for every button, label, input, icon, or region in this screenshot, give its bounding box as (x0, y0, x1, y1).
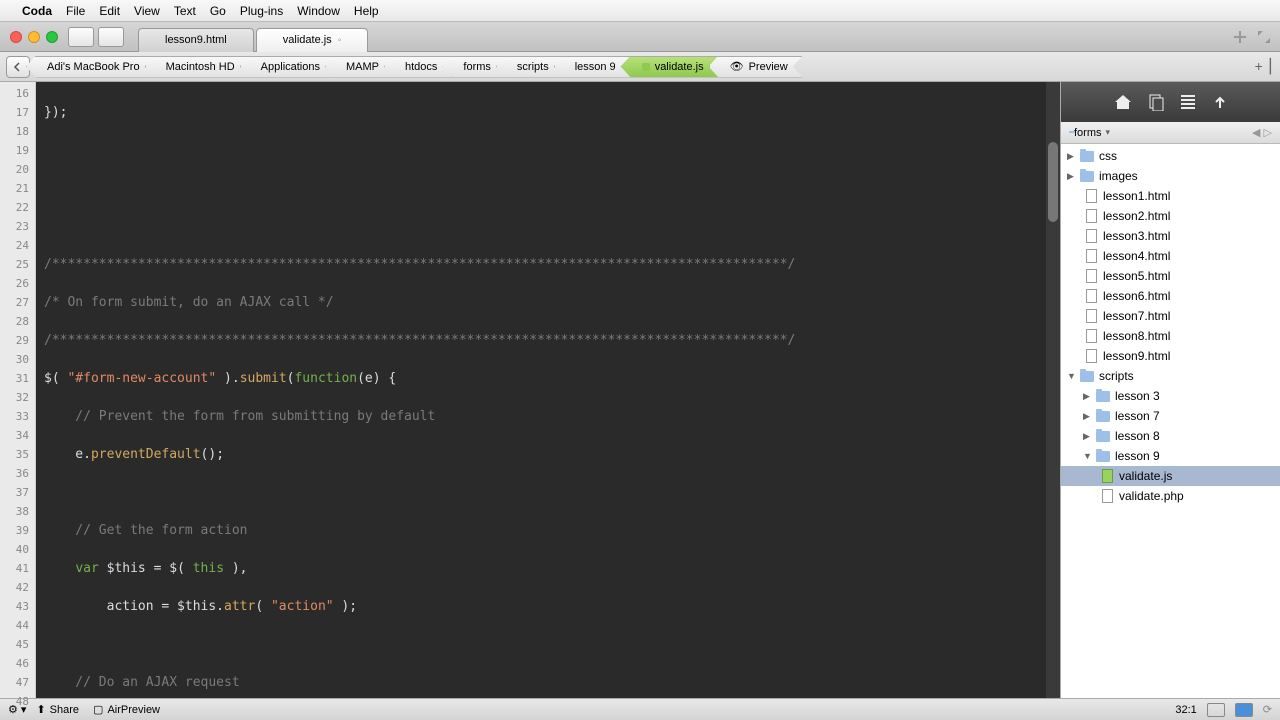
tree-folder-images[interactable]: ▶images (1061, 166, 1280, 186)
tree-file-validate-php[interactable]: validate.php (1061, 486, 1280, 506)
menu-view[interactable]: View (134, 4, 160, 18)
crumb-mamp[interactable]: MAMP (325, 56, 394, 78)
tab-validate[interactable]: validate.js ◦ (256, 28, 368, 52)
window-titlebar: lesson9.html validate.js ◦ (0, 22, 1280, 52)
menu-text[interactable]: Text (174, 4, 196, 18)
add-icon[interactable] (1232, 29, 1248, 45)
menu-file[interactable]: File (66, 4, 85, 18)
modified-icon: ◦ (338, 35, 342, 46)
menu-go[interactable]: Go (210, 4, 226, 18)
macos-menubar: Coda File Edit View Text Go Plug-ins Win… (0, 0, 1280, 22)
crumb-file[interactable]: validate.js (621, 56, 719, 78)
editor-scrollbar[interactable] (1046, 82, 1060, 698)
cursor-position: 32:1 (1175, 704, 1196, 716)
code-content[interactable]: }); /***********************************… (36, 82, 1046, 698)
tree-folder[interactable]: ▶lesson 3 (1061, 386, 1280, 406)
menu-help[interactable]: Help (354, 4, 379, 18)
toolbar-button-2[interactable] (98, 27, 124, 47)
tree-folder-scripts[interactable]: ▼scripts (1061, 366, 1280, 386)
refresh-icon[interactable]: ⟳ (1263, 703, 1272, 716)
tab-label: validate.js (283, 34, 332, 46)
tree-folder-css[interactable]: ▶css (1061, 146, 1280, 166)
file-tabs: lesson9.html validate.js ◦ (138, 22, 370, 52)
window-controls (10, 31, 58, 43)
tree-file[interactable]: lesson1.html (1061, 186, 1280, 206)
toolbar-button-1[interactable] (68, 27, 94, 47)
add-tab-button[interactable]: + ⎮ (1255, 58, 1274, 75)
nav-next[interactable]: ▷ (1264, 127, 1272, 139)
scrollbar-thumb[interactable] (1048, 142, 1058, 222)
file-tree: ▶css ▶images lesson1.html lesson2.html l… (1061, 144, 1280, 698)
nav-prev[interactable]: ◀ (1252, 127, 1260, 139)
tree-file[interactable]: lesson9.html (1061, 346, 1280, 366)
tree-file[interactable]: lesson3.html (1061, 226, 1280, 246)
tree-file[interactable]: lesson6.html (1061, 286, 1280, 306)
share-button[interactable]: ⬆ Share (36, 703, 79, 716)
layout-button-2[interactable] (1235, 703, 1253, 717)
eye-icon: 👁 (730, 60, 744, 73)
path-bar: Adi's MacBook Pro Macintosh HD Applicati… (0, 52, 1280, 82)
app-name[interactable]: Coda (22, 4, 52, 18)
fullscreen-icon[interactable] (1256, 29, 1272, 45)
status-bar: ⚙ ▾ ⬆ Share ▢ AirPreview 32:1 ⟳ (0, 698, 1280, 720)
menu-plugins[interactable]: Plug-ins (240, 4, 283, 18)
tree-folder[interactable]: ▶lesson 8 (1061, 426, 1280, 446)
tree-folder[interactable]: ▶lesson 7 (1061, 406, 1280, 426)
crumb-lesson9[interactable]: lesson 9 (554, 56, 631, 78)
main-area: 1617181920212223242526272829303132333435… (0, 82, 1280, 698)
js-dot-icon (642, 63, 650, 71)
crumb-scripts[interactable]: scripts (496, 56, 564, 78)
minimize-button[interactable] (28, 31, 40, 43)
zoom-button[interactable] (46, 31, 58, 43)
crumb-hd[interactable]: Macintosh HD (145, 56, 250, 78)
menu-window[interactable]: Window (297, 4, 340, 18)
tree-file[interactable]: lesson2.html (1061, 206, 1280, 226)
tree-file[interactable]: lesson4.html (1061, 246, 1280, 266)
tree-file-validate-js[interactable]: validate.js (1061, 466, 1280, 486)
crumb-apps[interactable]: Applications (240, 56, 335, 78)
file-sidebar: forms ▾ ◀ ▷ ▶css ▶images lesson1.html le… (1060, 82, 1280, 698)
tree-file[interactable]: lesson8.html (1061, 326, 1280, 346)
line-gutter: 1617181920212223242526272829303132333435… (0, 82, 36, 698)
tree-folder-lesson9[interactable]: ▼lesson 9 (1061, 446, 1280, 466)
crumb-htdocs[interactable]: htdocs (384, 56, 452, 78)
tab-lesson9[interactable]: lesson9.html (138, 28, 254, 52)
airpreview-button[interactable]: ▢ AirPreview (93, 703, 160, 716)
layout-button-1[interactable] (1207, 703, 1225, 717)
close-button[interactable] (10, 31, 22, 43)
crumb-computer[interactable]: Adi's MacBook Pro (26, 56, 155, 78)
sidebar-root-label: forms (1074, 127, 1102, 139)
list-icon[interactable] (1179, 93, 1197, 111)
tree-file[interactable]: lesson7.html (1061, 306, 1280, 326)
sidebar-toolbar (1061, 82, 1280, 122)
crumb-preview[interactable]: 👁Preview (709, 56, 803, 78)
code-editor[interactable]: 1617181920212223242526272829303132333435… (0, 82, 1060, 698)
sidebar-path[interactable]: forms ▾ ◀ ▷ (1061, 122, 1280, 144)
files-icon[interactable] (1147, 93, 1165, 111)
chevron-down-icon: ▾ (1106, 127, 1111, 138)
menu-edit[interactable]: Edit (99, 4, 120, 18)
tab-label: lesson9.html (165, 34, 227, 46)
tree-file[interactable]: lesson5.html (1061, 266, 1280, 286)
publish-icon[interactable] (1211, 93, 1229, 111)
home-icon[interactable] (1113, 93, 1133, 111)
